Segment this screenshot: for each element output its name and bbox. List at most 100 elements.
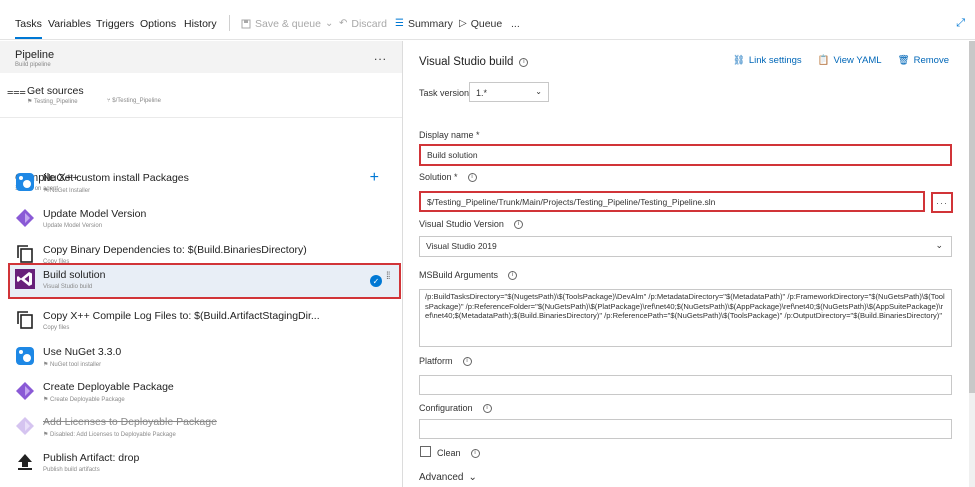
save-queue-label: Save & queue: [255, 18, 321, 30]
chevron-down-icon: ⌄: [535, 87, 542, 96]
task-title: Use NuGet 3.3.0: [43, 346, 122, 358]
clean-label: Clean: [437, 448, 461, 458]
task-item[interactable]: Create Deployable Package ⚑ Create Deplo…: [8, 375, 401, 411]
queue-button[interactable]: ▷ Queue: [459, 18, 502, 30]
task-item[interactable]: NuGet custom install Packages ⚑ NuGet In…: [8, 166, 401, 202]
configuration-input[interactable]: [419, 419, 952, 439]
info-icon[interactable]: i: [482, 403, 492, 413]
info-icon[interactable]: i: [467, 172, 477, 182]
summary-button[interactable]: ☰ Summary: [395, 18, 453, 30]
task-title: Copy X++ Compile Log Files to: $(Build.A…: [43, 310, 320, 322]
checkmark-icon: ✓: [370, 275, 382, 287]
platform-input[interactable]: [419, 375, 952, 395]
task-list-pane: Pipeline Build pipeline ... ⩶ Get source…: [0, 41, 403, 487]
info-icon[interactable]: i: [519, 57, 529, 67]
trash-icon: 🗑: [897, 55, 910, 66]
task-subtitle: ⚑ NuGet Installer: [43, 188, 91, 194]
view-yaml-button[interactable]: 📋 View YAML: [818, 55, 882, 66]
toolbar-divider: [229, 15, 230, 31]
vs-version-label-row: Visual Studio Version i: [419, 219, 523, 229]
tab-triggers[interactable]: Triggers: [96, 18, 134, 30]
task-subtitle: ⚑ Disabled: Add Licenses to Deployable P…: [43, 432, 176, 438]
get-sources-item[interactable]: ⩶ Get sources ⚑ Testing_Pipeline ⑂ $/Tes…: [0, 81, 402, 111]
expand-icon[interactable]: ⤢: [956, 17, 965, 30]
pipeline-subtitle: Build pipeline: [15, 62, 51, 68]
save-queue-button[interactable]: Save & queue ⌄: [241, 18, 333, 30]
task-title: NuGet custom install Packages: [43, 172, 189, 184]
solution-input[interactable]: $/Testing_Pipeline/Trunk/Main/Projects/T…: [419, 191, 925, 212]
pipeline-header[interactable]: Pipeline Build pipeline ...: [0, 41, 402, 73]
task-subtitle: ⚑ NuGet tool installer: [43, 362, 102, 368]
task-item[interactable]: Update Model Version Update Model Versio…: [8, 202, 401, 238]
top-toolbar: Tasks Variables Triggers Options History…: [0, 0, 975, 40]
get-sources-title: Get sources: [27, 85, 84, 97]
get-sources-repo: ⚑ Testing_Pipeline: [27, 99, 78, 105]
link-settings-button[interactable]: ⛓ Link settings: [733, 55, 802, 66]
copy-icon: [15, 244, 35, 264]
task-version-label: Task version: [419, 88, 470, 98]
solution-label: Solution *: [419, 172, 458, 182]
task-item-selected[interactable]: Build solution Visual Studio build ✓ ⁞⁞: [8, 263, 401, 299]
discard-button[interactable]: ↶ Discard: [339, 18, 387, 30]
chevron-down-icon: ⌄: [468, 472, 477, 483]
task-title: Update Model Version: [43, 208, 147, 220]
tab-tasks[interactable]: Tasks: [15, 18, 42, 39]
detail-actions: ⛓ Link settings 📋 View YAML 🗑 Remove: [733, 55, 949, 66]
task-item-disabled[interactable]: Add Licenses to Deployable Package ⚑ Dis…: [8, 410, 401, 446]
display-name-input[interactable]: Build solution: [419, 144, 952, 166]
info-icon[interactable]: i: [513, 219, 523, 229]
summary-label: Summary: [407, 18, 453, 30]
clipboard-icon: 📋: [817, 55, 830, 66]
drag-handle-icon[interactable]: ⁞⁞: [386, 272, 394, 282]
section-divider: [0, 117, 402, 118]
task-version-select[interactable]: 1.* ⌄: [469, 82, 549, 102]
get-sources-path: ⑂ $/Testing_Pipeline: [107, 98, 161, 104]
link-icon: ⛓: [732, 55, 745, 66]
platform-label: Platform: [419, 356, 453, 366]
remove-button[interactable]: 🗑 Remove: [898, 55, 949, 66]
discard-label: Discard: [351, 18, 387, 30]
info-icon[interactable]: i: [508, 270, 518, 280]
advanced-label: Advanced: [419, 472, 464, 483]
clean-checkbox[interactable]: [420, 446, 431, 457]
tab-history[interactable]: History: [184, 18, 217, 30]
tab-options[interactable]: Options: [140, 18, 176, 30]
more-actions-button[interactable]: ...: [511, 18, 520, 30]
task-title: Add Licenses to Deployable Package: [43, 416, 217, 428]
msbuild-arguments-textarea[interactable]: /p:BuildTasksDirectory="$(NugetsPath)\$(…: [419, 289, 952, 347]
task-subtitle: Update Model Version: [43, 223, 103, 229]
tab-variables[interactable]: Variables: [48, 18, 91, 30]
nuget-icon: [15, 172, 35, 192]
msbuild-label: MSBuild Arguments: [419, 270, 499, 280]
detail-header: Visual Studio build i: [419, 56, 529, 68]
task-item[interactable]: Use NuGet 3.3.0 ⚑ NuGet tool installer: [8, 340, 401, 376]
info-icon[interactable]: i: [462, 356, 472, 366]
scrollbar-thumb[interactable]: [969, 41, 975, 393]
task-subtitle: ⚑ Create Deployable Package: [43, 397, 125, 403]
task-item[interactable]: Copy X++ Compile Log Files to: $(Build.A…: [8, 304, 401, 340]
task-title: Publish Artifact: drop: [43, 452, 140, 464]
scrollbar[interactable]: [969, 41, 975, 487]
task-item[interactable]: Publish Artifact: drop Publish build art…: [8, 446, 401, 482]
summary-icon: ☰: [395, 18, 404, 29]
task-subtitle: Visual Studio build: [43, 284, 93, 290]
upload-icon: [15, 452, 35, 472]
task-subtitle: Copy files: [43, 325, 70, 331]
display-name-label: Display name *: [419, 130, 480, 140]
task-title: Create Deployable Package: [43, 381, 174, 393]
vs-version-label: Visual Studio Version: [419, 219, 504, 229]
advanced-section-toggle[interactable]: Advanced ⌄: [419, 472, 477, 483]
copy-icon: [15, 310, 35, 330]
clean-label-row: Clean i: [437, 448, 480, 458]
task-detail-pane: Visual Studio build i ⛓ Link settings 📋 Vi…: [403, 41, 975, 487]
powerapps-icon: [15, 416, 35, 436]
vs-version-select[interactable]: Visual Studio 2019 ⌄: [419, 236, 952, 257]
queue-label: Queue: [470, 18, 503, 30]
save-icon: [241, 19, 251, 29]
detail-title: Visual Studio build: [419, 56, 514, 68]
configuration-label: Configuration: [419, 403, 473, 413]
info-icon[interactable]: i: [470, 448, 480, 458]
platform-label-row: Platform i: [419, 356, 472, 366]
browse-solution-button[interactable]: ···: [931, 192, 953, 213]
pipeline-more-button[interactable]: ...: [374, 49, 387, 63]
